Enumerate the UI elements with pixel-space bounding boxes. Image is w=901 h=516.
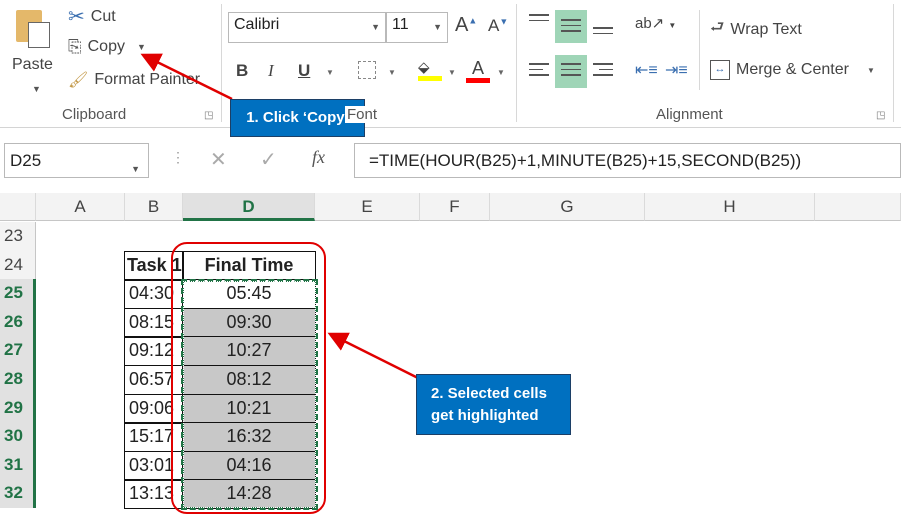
font-group-label: Font — [345, 106, 380, 123]
annotation-arrows — [140, 53, 419, 380]
arrow-to-selection — [327, 332, 419, 380]
callout-step-2: 2. Selected cells get highlighted — [416, 374, 571, 435]
arrow-to-copy — [140, 53, 233, 101]
